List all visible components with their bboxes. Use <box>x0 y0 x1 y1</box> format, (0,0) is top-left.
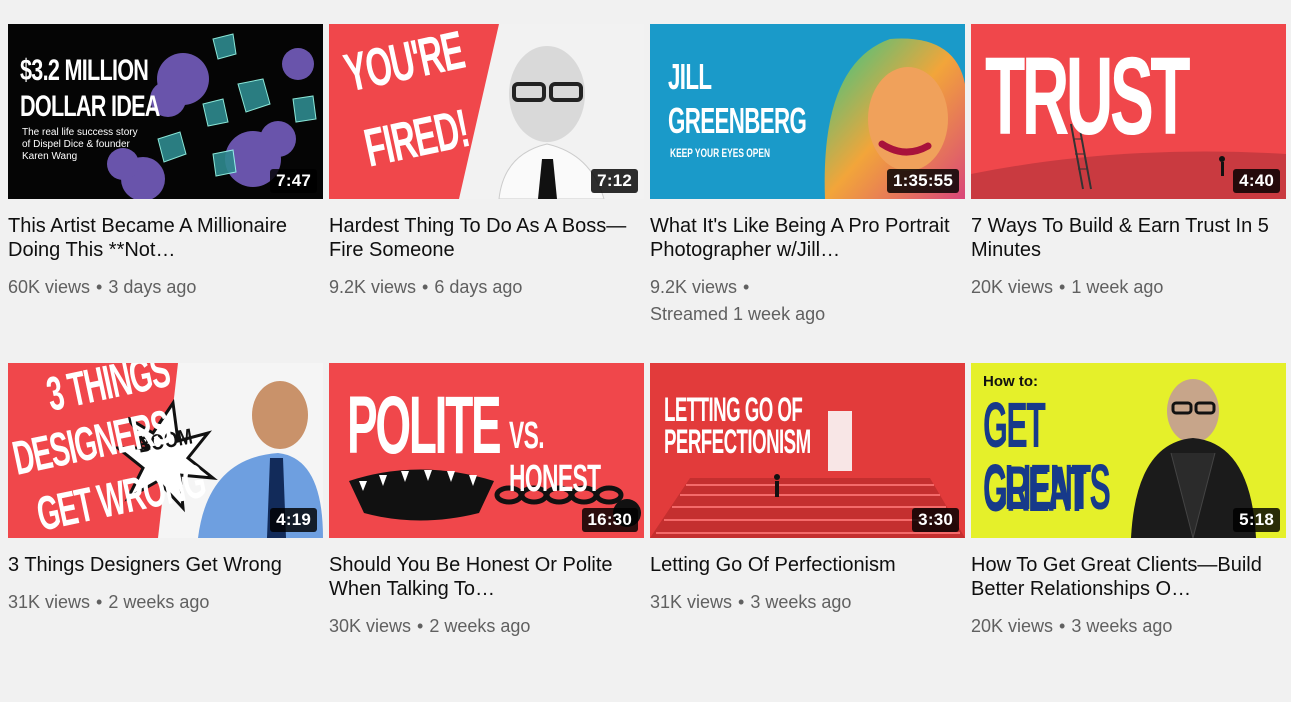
separator-dot: • <box>738 592 745 612</box>
video-thumbnail[interactable]: JILL GREENBERG KEEP YOUR EYES OPEN 1:35:… <box>650 24 965 199</box>
video-meta: 31K views • 2 weeks ago <box>8 589 323 616</box>
video-thumbnail[interactable]: TRUST 4:40 <box>971 24 1286 199</box>
video-title[interactable]: What It's Like Being A Pro Portrait Phot… <box>650 214 965 262</box>
video-meta: 9.2K views • Streamed 1 week ago <box>650 274 965 328</box>
view-count: 31K views <box>650 592 733 612</box>
video-duration: 7:47 <box>270 169 317 193</box>
thumbnail-subtext: of Dispel Dice & founder <box>22 139 130 150</box>
video-card[interactable]: TRUST 4:40 7 Ways To Build & Earn Trust … <box>971 24 1286 363</box>
video-duration: 16:30 <box>581 508 638 532</box>
video-grid: $3.2 MILLION DOLLAR IDEA The real life s… <box>8 24 1286 702</box>
video-thumbnail[interactable]: LETTING GO OF PERFECTIONISM 3:30 <box>650 363 965 538</box>
video-duration: 5:18 <box>1233 508 1280 532</box>
video-title[interactable]: Hardest Thing To Do As A Boss—Fire Someo… <box>329 214 644 262</box>
video-duration: 3:30 <box>912 508 959 532</box>
thumbnail-headline: DOLLAR IDEA <box>20 90 160 123</box>
thumbnail-headline: VS. HONEST <box>509 415 601 500</box>
thumbnail-subtext: Karen Wang <box>22 151 78 162</box>
video-card[interactable]: LETTING GO OF PERFECTIONISM 3:30 Letting… <box>650 363 965 702</box>
video-card[interactable]: $3.2 MILLION DOLLAR IDEA The real life s… <box>8 24 323 363</box>
view-count: 20K views <box>971 616 1054 636</box>
video-title[interactable]: 7 Ways To Build & Earn Trust In 5 Minute… <box>971 214 1286 262</box>
video-thumbnail[interactable]: POLITE VS. HONEST 16:30 <box>329 363 644 538</box>
video-meta: 9.2K views • 6 days ago <box>329 274 644 301</box>
upload-age: 2 weeks ago <box>429 616 531 636</box>
video-meta: 31K views • 3 weeks ago <box>650 589 965 616</box>
video-duration: 1:35:55 <box>887 169 959 193</box>
upload-age: 6 days ago <box>434 277 523 297</box>
video-title[interactable]: 3 Things Designers Get Wrong <box>8 553 323 577</box>
thumbnail-headline: POLITE <box>347 380 502 471</box>
view-count: 9.2K views <box>650 277 738 297</box>
view-count: 31K views <box>8 592 91 612</box>
video-thumbnail[interactable]: $3.2 MILLION DOLLAR IDEA The real life s… <box>8 24 323 199</box>
thumbnail-headline: $3.2 MILLION <box>20 54 149 87</box>
video-title[interactable]: How To Get Great Clients—Build Better Re… <box>971 553 1286 601</box>
video-card[interactable]: How to: GET GREAT CLIENTS 5:18 How To Ge… <box>971 363 1286 702</box>
video-duration: 7:12 <box>591 169 638 193</box>
video-card[interactable]: YOU'RE FIRED! 7:12 Hardest Thing To Do A… <box>329 24 644 363</box>
separator-dot: • <box>422 277 429 297</box>
thumbnail-headline: GREENBERG <box>668 100 807 141</box>
upload-age: 3 days ago <box>108 277 197 297</box>
video-thumbnail[interactable]: BOOM 3 THINGS DESIGNERS GET WRONG 4:19 <box>8 363 323 538</box>
video-card[interactable]: JILL GREENBERG KEEP YOUR EYES OPEN 1:35:… <box>650 24 965 363</box>
video-meta: 20K views • 1 week ago <box>971 274 1286 301</box>
separator-dot: • <box>1059 616 1066 636</box>
upload-age: 3 weeks ago <box>750 592 852 612</box>
thumbnail-subtext: KEEP YOUR EYES OPEN <box>670 146 771 160</box>
separator-dot: • <box>1059 277 1066 297</box>
video-card[interactable]: BOOM 3 THINGS DESIGNERS GET WRONG 4:19 3… <box>8 363 323 702</box>
separator-dot: • <box>96 277 103 297</box>
video-meta: 30K views • 2 weeks ago <box>329 613 644 640</box>
view-count: 60K views <box>8 277 91 297</box>
thumbnail-headline: PERFECTIONISM <box>664 423 811 461</box>
view-count: 20K views <box>971 277 1054 297</box>
video-duration: 4:40 <box>1233 169 1280 193</box>
upload-age: 1 week ago <box>1071 277 1164 297</box>
upload-age: Streamed 1 week ago <box>650 304 826 324</box>
thumbnail-headline: JILL <box>668 56 712 97</box>
upload-age: 3 weeks ago <box>1071 616 1173 636</box>
upload-age: 2 weeks ago <box>108 592 210 612</box>
video-meta: 60K views • 3 days ago <box>8 274 323 301</box>
video-title[interactable]: Should You Be Honest Or Polite When Talk… <box>329 553 644 601</box>
thumbnail-kicker: How to: <box>983 373 1038 390</box>
view-count: 9.2K views <box>329 277 417 297</box>
separator-dot: • <box>96 592 103 612</box>
separator-dot: • <box>743 277 750 297</box>
video-title[interactable]: Letting Go Of Perfectionism <box>650 553 965 577</box>
video-duration: 4:19 <box>270 508 317 532</box>
thumbnail-subtext: The real life success story <box>22 127 138 138</box>
separator-dot: • <box>417 616 424 636</box>
thumbnail-headline: TRUST <box>985 35 1191 158</box>
video-thumbnail[interactable]: YOU'RE FIRED! 7:12 <box>329 24 644 199</box>
video-card[interactable]: POLITE VS. HONEST 16:30 Should You Be Ho… <box>329 363 644 702</box>
thumbnail-headline: CLIENTS <box>983 451 1111 523</box>
video-thumbnail[interactable]: How to: GET GREAT CLIENTS 5:18 <box>971 363 1286 538</box>
video-title[interactable]: This Artist Became A Millionaire Doing T… <box>8 214 323 262</box>
view-count: 30K views <box>329 616 412 636</box>
video-meta: 20K views • 3 weeks ago <box>971 613 1286 640</box>
